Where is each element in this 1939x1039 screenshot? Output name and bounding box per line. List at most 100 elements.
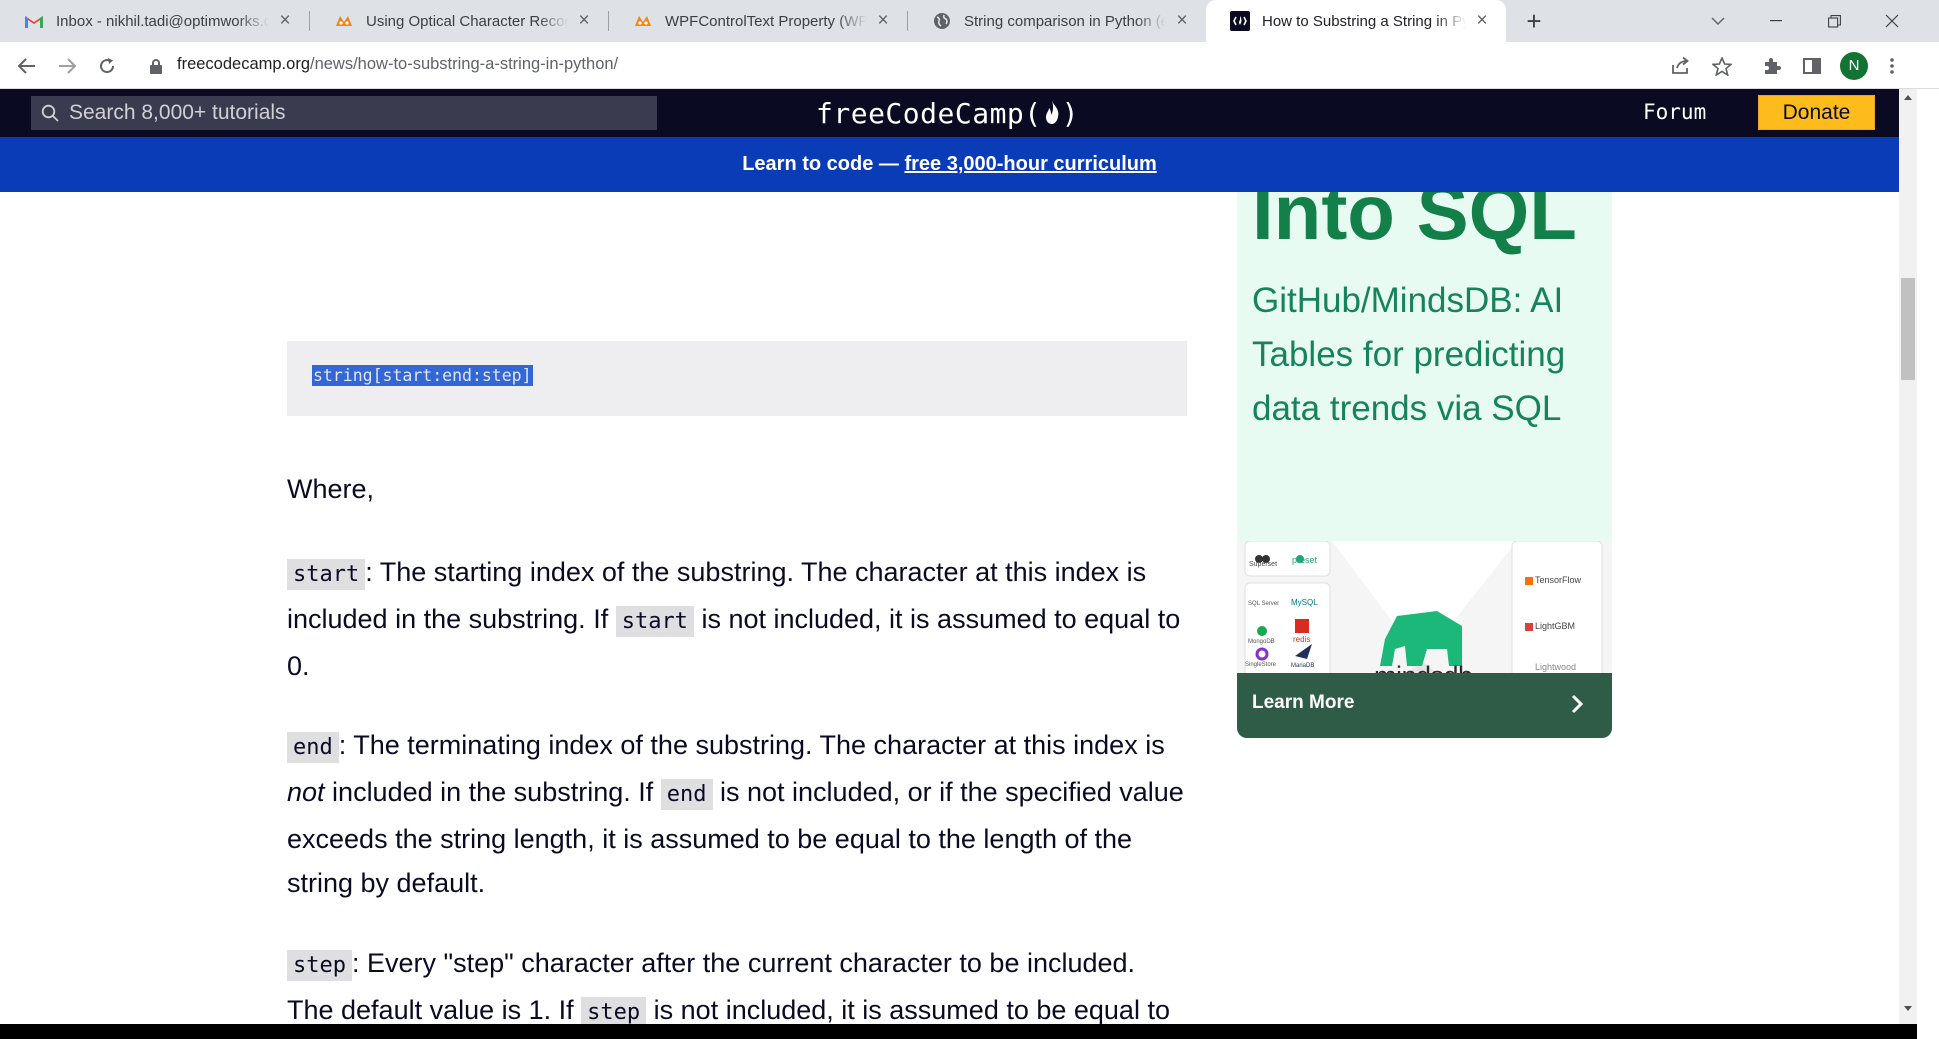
scroll-down-arrow-icon[interactable] — [1904, 1006, 1912, 1011]
ad-logo-label: Lightwood — [1535, 662, 1577, 672]
paragraph-text: included in the substring. If — [324, 777, 661, 807]
chevron-down-icon — [1711, 17, 1725, 25]
tab-title: WPFControlText Property (WPF Automation) — [665, 12, 867, 30]
restore-icon — [1827, 14, 1841, 28]
tab-site-icon — [334, 11, 354, 31]
bookmark-button[interactable] — [1706, 50, 1738, 82]
emphasis-text: not — [287, 777, 325, 807]
close-icon[interactable]: × — [873, 11, 893, 31]
search-placeholder: Search 8,000+ tutorials — [69, 101, 286, 124]
tab-search-button[interactable] — [1690, 0, 1746, 42]
url-path: /news/how-to-substring-a-string-in-pytho… — [310, 55, 619, 73]
share-button[interactable] — [1665, 50, 1697, 82]
inline-code: end — [660, 779, 713, 810]
flame-icon — [1045, 101, 1059, 124]
tab-site-icon — [633, 11, 653, 31]
ad-logo-label: LightGBM — [1535, 621, 1576, 631]
close-icon[interactable]: × — [1472, 11, 1492, 31]
side-panel-button[interactable] — [1796, 50, 1828, 82]
arrow-right-icon — [59, 58, 76, 74]
start-description: start: The starting index of the substri… — [287, 550, 1187, 688]
tab-title: Using Optical Character Recognition — [366, 12, 568, 30]
ad-footer[interactable]: Learn More — [1237, 673, 1612, 738]
restore-button[interactable] — [1806, 0, 1862, 42]
page-viewport: Search 8,000+ tutorials freeCodeCamp() F… — [0, 89, 1899, 1024]
ad-logo-label: preset — [1292, 555, 1318, 565]
kebab-menu-icon — [1890, 58, 1894, 74]
ad-logo-label: MongoDB — [1248, 639, 1275, 645]
reload-icon — [100, 58, 115, 74]
browser-toolbar: freecodecamp.org/news/how-to-substring-a… — [0, 42, 1939, 89]
freecodecamp-icon — [1230, 11, 1250, 31]
inline-code: start — [287, 559, 366, 590]
inline-code: start — [615, 606, 694, 637]
close-window-button[interactable] — [1864, 0, 1920, 42]
end-description: end: The terminating index of the substr… — [287, 723, 1187, 905]
donate-button[interactable]: Donate — [1758, 95, 1875, 130]
code-snippet[interactable]: string[start:end:step] — [312, 365, 533, 386]
page-scrollbar[interactable] — [1899, 89, 1917, 1024]
inline-code: step — [581, 997, 647, 1024]
tab-substring-active[interactable]: How to Substring a String in Python × — [1206, 0, 1506, 42]
ad-copy: GitHub/MindsDB: AI Tables for predicting… — [1252, 281, 1566, 428]
ad-headline: Into SQL — [1252, 192, 1577, 256]
code-block: string[start:end:step] — [287, 341, 1187, 416]
menu-button[interactable] — [1876, 50, 1908, 82]
ad-logo-label: MySQL — [1291, 598, 1318, 607]
inline-code: step — [287, 950, 352, 981]
scroll-up-arrow-icon[interactable] — [1904, 95, 1912, 100]
logo-text-end: ) — [1061, 97, 1080, 130]
minimize-icon — [1770, 20, 1782, 22]
side-panel-icon — [1803, 58, 1821, 74]
learn-more-link[interactable]: Learn More — [1252, 692, 1354, 714]
url-domain: freecodecamp.org — [177, 55, 310, 73]
tab-strip: Inbox - nikhil.tadi@optimworks.com × Usi… — [0, 0, 1939, 42]
forum-link[interactable]: Forum — [1643, 100, 1706, 124]
puzzle-icon — [1765, 58, 1781, 74]
window-edge — [1917, 89, 1939, 1039]
step-description: step: Every "step" character after the c… — [287, 941, 1187, 1024]
extensions-button[interactable] — [1756, 50, 1788, 82]
ad-logo-label: redis — [1293, 635, 1311, 644]
new-tab-button[interactable]: + — [1518, 5, 1550, 37]
where-paragraph: Where, — [287, 474, 375, 504]
freecodecamp-logo[interactable]: freeCodeCamp() — [816, 97, 1079, 130]
search-input[interactable]: Search 8,000+ tutorials — [31, 96, 657, 130]
minimize-button[interactable] — [1748, 0, 1804, 42]
ad-logo-label: SingleStore — [1245, 662, 1277, 668]
chevron-right-icon — [1571, 694, 1584, 714]
profile-avatar[interactable]: N — [1840, 52, 1868, 80]
tab-title: Inbox - nikhil.tadi@optimworks.com — [56, 12, 269, 30]
close-icon[interactable]: × — [574, 11, 594, 31]
banner-text: Learn to code — — [742, 153, 905, 175]
star-icon — [1712, 56, 1732, 76]
close-icon[interactable]: × — [1172, 11, 1192, 31]
tab-title: How to Substring a String in Python — [1262, 12, 1466, 30]
tab-ocr[interactable]: Using Optical Character Recognition × — [310, 0, 608, 42]
curriculum-banner: Learn to code — free 3,000-hour curricul… — [0, 137, 1899, 192]
tab-string-comparison[interactable]: String comparison in Python (exact/parti… — [908, 0, 1206, 42]
address-bar[interactable]: freecodecamp.org/news/how-to-substring-a… — [177, 55, 618, 74]
logo-text: freeCodeCamp( — [816, 97, 1042, 130]
close-icon — [1885, 14, 1899, 28]
tab-wpf[interactable]: WPFControlText Property (WPF Automation)… — [609, 0, 907, 42]
tab-gmail[interactable]: Inbox - nikhil.tadi@optimworks.com × — [0, 0, 309, 42]
ad-header: Into SQL GitHub/MindsDB: AI Tables for p… — [1237, 192, 1612, 541]
inline-code: end — [287, 732, 339, 763]
ad-logo-label: SQL Server — [1248, 601, 1280, 607]
ad-logo-label: TensorFlow — [1535, 575, 1582, 585]
tab-title: String comparison in Python (exact/parti… — [964, 12, 1166, 30]
globe-icon — [932, 11, 952, 31]
mindsdb-ad[interactable]: Into SQL GitHub/MindsDB: AI Tables for p… — [1237, 192, 1612, 738]
curriculum-link[interactable]: free 3,000-hour curriculum — [904, 153, 1156, 175]
lock-icon[interactable] — [150, 59, 162, 74]
scrollbar-thumb[interactable] — [1901, 278, 1915, 380]
paragraph-text: : The terminating index of the substring… — [338, 730, 1165, 760]
fcc-navbar: Search 8,000+ tutorials freeCodeCamp() F… — [0, 89, 1899, 137]
forward-button[interactable] — [51, 50, 83, 82]
back-button[interactable] — [11, 50, 43, 82]
reload-button[interactable] — [91, 50, 123, 82]
ad-logo-label: Superset — [1249, 561, 1278, 568]
search-icon — [41, 104, 59, 122]
close-icon[interactable]: × — [275, 11, 295, 31]
